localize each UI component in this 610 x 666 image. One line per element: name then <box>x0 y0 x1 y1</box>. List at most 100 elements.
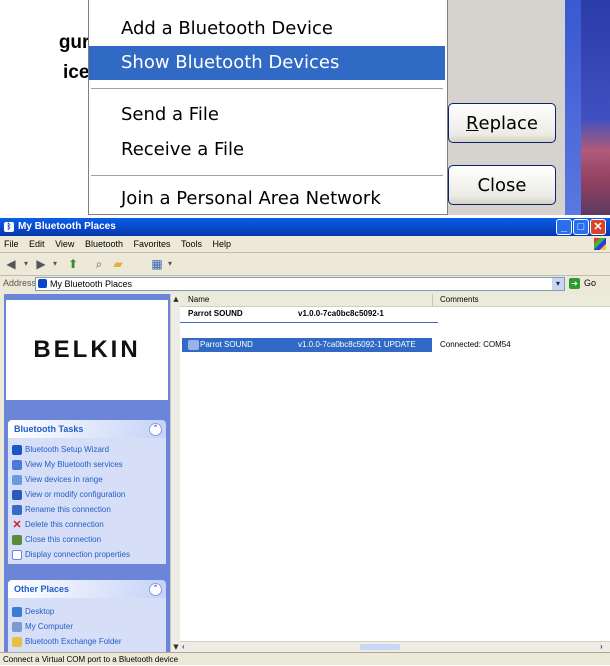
collapse-chevron-icon[interactable]: ⌃ <box>149 583 162 596</box>
computer-icon <box>12 621 22 632</box>
devices-icon <box>12 474 22 485</box>
delete-x-icon: ✕ <box>12 518 22 531</box>
close-button-label: Close <box>477 174 527 196</box>
task-rename-connection[interactable]: Rename this connection <box>12 502 166 517</box>
title-bar[interactable]: ᛒ My Bluetooth Places _ □ ✕ <box>0 218 610 236</box>
replace-button-label: eplace <box>478 112 539 134</box>
task-setup-wizard[interactable]: Bluetooth Setup Wizard <box>12 442 166 457</box>
address-value: My Bluetooth Places <box>50 279 133 289</box>
go-arrow-icon[interactable]: ➔ <box>569 278 580 289</box>
headset-icon <box>188 340 199 350</box>
menu-view[interactable]: View <box>55 239 74 249</box>
group-header-id: v1.0.0-7ca0bc8c5092-1 <box>298 309 384 318</box>
menu-help[interactable]: Help <box>213 239 232 249</box>
task-close-connection[interactable]: Close this connection <box>12 532 166 547</box>
place-my-computer[interactable]: My Computer <box>12 619 166 634</box>
address-label: Address <box>3 278 37 288</box>
scroll-right-icon[interactable]: › <box>600 642 603 651</box>
forward-dropdown-icon[interactable]: ▾ <box>51 256 59 272</box>
task-modify-config[interactable]: View or modify configuration <box>12 487 166 502</box>
place-exchange-folder[interactable]: Bluetooth Exchange Folder <box>12 634 166 649</box>
scroll-thumb[interactable] <box>360 644 400 650</box>
menu-item-add-device[interactable]: Add a Bluetooth Device <box>89 12 445 46</box>
task-label: View devices in range <box>25 475 103 484</box>
configuration-icon <box>12 489 22 500</box>
search-icon[interactable]: ⌕ <box>92 256 106 272</box>
bluetooth-places-icon <box>38 279 47 288</box>
forward-icon[interactable]: ▶ <box>34 256 48 272</box>
menu-bluetooth[interactable]: Bluetooth <box>85 239 123 249</box>
address-dropdown-icon[interactable]: ▾ <box>552 278 564 290</box>
menu-edit[interactable]: Edit <box>29 239 45 249</box>
back-icon[interactable]: ◀ <box>4 256 18 272</box>
menu-item-send-file[interactable]: Send a File <box>89 98 445 132</box>
menu-separator <box>91 88 443 89</box>
services-icon <box>12 459 22 470</box>
task-connection-properties[interactable]: Display connection properties <box>12 547 166 562</box>
task-label: Delete this connection <box>25 520 104 529</box>
task-label: Display connection properties <box>25 550 130 559</box>
menu-file[interactable]: File <box>4 239 19 249</box>
views-icon[interactable]: ▦ <box>150 256 164 272</box>
menu-item-receive-file[interactable]: Receive a File <box>89 133 445 167</box>
place-label: My Computer <box>25 622 74 631</box>
background-window-edge <box>565 0 581 215</box>
task-pane: BELKIN Bluetooth Tasks ⌃ Bluetooth Setup… <box>4 294 170 652</box>
task-label: View or modify configuration <box>25 490 126 499</box>
replace-button-accel: R <box>465 112 479 134</box>
windows-logo-icon <box>594 238 606 250</box>
back-dropdown-icon[interactable]: ▾ <box>22 256 30 272</box>
place-label: Bluetooth Exchange Folder <box>25 637 122 646</box>
explorer-window: ᛒ My Bluetooth Places _ □ ✕ File Edit Vi… <box>0 218 610 665</box>
folder-icon <box>12 636 22 647</box>
column-divider[interactable] <box>432 294 433 306</box>
task-label: Close this connection <box>25 535 102 544</box>
task-delete-connection[interactable]: ✕ Delete this connection <box>12 517 166 532</box>
brand-logo-text: BELKIN <box>33 336 141 363</box>
wizard-icon <box>12 444 22 455</box>
address-bar: Address My Bluetooth Places ▾ ➔ Go <box>0 276 610 293</box>
menu-item-show-devices[interactable]: Show Bluetooth Devices <box>89 46 445 80</box>
row-id: v1.0.0-7ca0bc8c5092-1 UPDATE <box>298 340 416 349</box>
column-name[interactable]: Name <box>188 295 209 304</box>
close-window-button[interactable]: ✕ <box>590 219 606 235</box>
group-divider <box>180 322 438 323</box>
place-label: Desktop <box>25 607 55 616</box>
desktop-icon <box>12 606 22 617</box>
place-desktop[interactable]: Desktop <box>12 604 166 619</box>
menu-tools[interactable]: Tools <box>181 239 202 249</box>
column-header: Name Comments <box>180 294 610 307</box>
views-dropdown-icon[interactable]: ▾ <box>166 256 174 272</box>
task-label: Bluetooth Setup Wizard <box>25 445 110 454</box>
background-label-line1: gure <box>58 32 100 53</box>
background-figure-label: gure ices <box>0 28 100 88</box>
scroll-left-icon[interactable]: ‹ <box>182 642 185 651</box>
task-label: Rename this connection <box>25 505 111 514</box>
other-places-header[interactable]: Other Places ⌃ <box>8 580 166 598</box>
task-view-devices[interactable]: View devices in range <box>12 472 166 487</box>
column-comments[interactable]: Comments <box>440 295 479 304</box>
properties-icon <box>12 549 22 560</box>
window-title: My Bluetooth Places <box>18 221 116 232</box>
close-connection-icon <box>12 534 22 545</box>
task-view-services[interactable]: View My Bluetooth services <box>12 457 166 472</box>
up-folder-icon[interactable]: ⬆ <box>66 256 80 272</box>
menu-bar: File Edit View Bluetooth Favorites Tools… <box>0 236 610 253</box>
toolbar: ◀ ▾ ▶ ▾ ⬆ ⌕ ▰ ▦ ▾ <box>0 253 610 276</box>
menu-item-join-pan[interactable]: Join a Personal Area Network <box>89 182 445 216</box>
folders-icon[interactable]: ▰ <box>110 256 126 272</box>
go-label[interactable]: Go <box>584 278 596 288</box>
minimize-button[interactable]: _ <box>556 219 572 235</box>
bluetooth-tasks-header[interactable]: Bluetooth Tasks ⌃ <box>8 420 166 438</box>
status-bar: Connect a Virtual COM port to a Bluetoot… <box>0 652 610 665</box>
collapse-chevron-icon[interactable]: ⌃ <box>149 423 162 436</box>
replace-button[interactable]: Replace <box>448 103 556 143</box>
menu-favorites[interactable]: Favorites <box>133 239 170 249</box>
row-comment: Connected: COM54 <box>440 340 511 349</box>
maximize-button[interactable]: □ <box>573 219 589 235</box>
table-row[interactable]: Parrot SOUND v1.0.0-7ca0bc8c5092-1 UPDAT… <box>182 338 432 352</box>
address-field[interactable]: My Bluetooth Places ▾ <box>35 277 565 291</box>
menu-separator <box>91 175 443 176</box>
close-button[interactable]: Close <box>448 165 556 205</box>
row-name: Parrot SOUND <box>200 340 253 349</box>
